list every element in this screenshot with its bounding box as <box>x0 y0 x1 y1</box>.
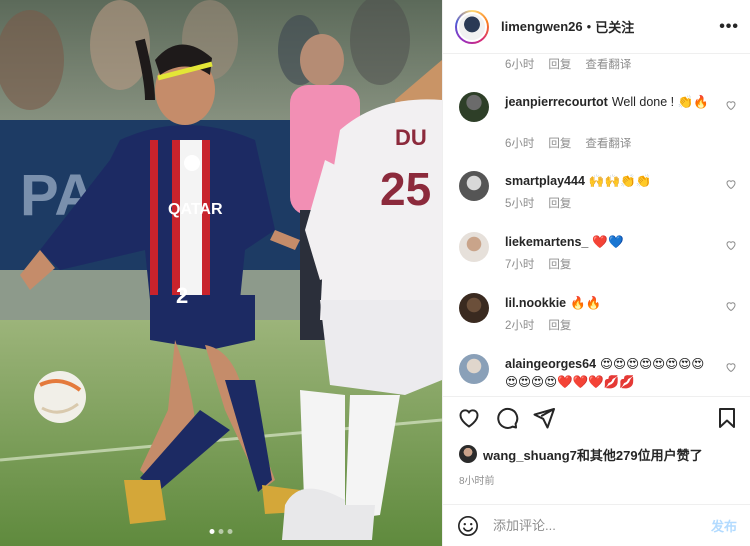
post-header: limengwen26 • 已关注 ••• <box>443 0 750 54</box>
translate-button[interactable]: 查看翻译 <box>585 56 631 72</box>
header-separator: • <box>586 19 592 34</box>
commenter-avatar[interactable] <box>459 354 489 384</box>
comment-meta: 2小时 回复 <box>505 317 571 333</box>
reply-button[interactable]: 回复 <box>548 135 571 151</box>
post-photo[interactable]: PARIS QATAR 2 <box>0 0 442 546</box>
carousel-dot[interactable] <box>209 529 215 534</box>
carousel-dot[interactable] <box>218 529 224 534</box>
commenter-username[interactable]: lil.nookkie <box>505 296 566 310</box>
post-action-bar <box>443 396 750 438</box>
comment-item: alaingeorges64 😍😍😍😍😍😍😍😍😍😍😍😍❤️❤️❤️💋💋 <box>443 354 750 396</box>
comment-meta: 7小时 回复 <box>505 256 571 272</box>
comment-item: liekemartens_ ❤️💙 7小时 回复 <box>443 232 750 276</box>
translate-button[interactable]: 查看翻译 <box>585 135 631 151</box>
commenter-avatar[interactable] <box>459 293 489 323</box>
comment-body: liekemartens_ ❤️💙 <box>505 233 715 251</box>
comment-icon[interactable] <box>495 406 519 430</box>
follow-status-button[interactable]: 已关注 <box>595 17 634 36</box>
post-timestamp: 8小时前 <box>459 476 495 487</box>
comment-item: jeanpierrecourtot Well done ! 👏🔥 6小时 回复 查… <box>443 92 750 154</box>
comment-body: alaingeorges64 😍😍😍😍😍😍😍😍😍😍😍😍❤️❤️❤️💋💋 <box>505 355 715 391</box>
comment-time: 2小时 <box>505 320 535 332</box>
commenter-username[interactable]: alaingeorges64 <box>505 357 596 371</box>
reply-button[interactable]: 回复 <box>548 195 571 211</box>
comment-time: 6小时 <box>505 138 535 150</box>
share-icon[interactable] <box>532 406 556 430</box>
svg-text:25: 25 <box>380 163 431 215</box>
comment-heart-icon[interactable] <box>725 361 737 373</box>
carousel-dot[interactable] <box>227 529 233 534</box>
comment-text: Well done ! 👏🔥 <box>611 95 709 109</box>
more-horizontal-icon[interactable]: ••• <box>719 18 739 36</box>
author-username[interactable]: limengwen26 <box>501 19 583 34</box>
comment-meta: 6小时 回复 查看翻译 <box>505 135 631 151</box>
carousel-dots <box>209 529 233 534</box>
post-side-panel: limengwen26 • 已关注 ••• 6小时 回复 查看翻译 6小时 回复… <box>442 0 750 546</box>
comment-heart-icon[interactable] <box>725 178 737 190</box>
comment-text: 🔥🔥 <box>570 296 602 310</box>
comment-time: 6小时 <box>505 59 535 71</box>
emoji-icon[interactable] <box>457 515 479 537</box>
comment-text: ❤️💙 <box>592 235 624 249</box>
comment-heart-icon[interactable] <box>725 239 737 251</box>
svg-text:QATAR: QATAR <box>168 201 223 218</box>
comment-time: 5小时 <box>505 198 535 210</box>
comment-time: 7小时 <box>505 259 535 271</box>
bookmark-icon[interactable] <box>715 406 739 430</box>
comments-list[interactable]: 6小时 回复 查看翻译 6小时 回复 查看翻译 jeanpierrecourto… <box>443 54 750 396</box>
likes-text[interactable]: wang_shuang7和其他279位用户赞了 <box>483 445 703 464</box>
commenter-username[interactable]: liekemartens_ <box>505 235 588 249</box>
commenter-avatar[interactable] <box>459 92 489 122</box>
comment-item: smartplay444 🙌🙌👏👏 5小时 回复 <box>443 171 750 215</box>
author-avatar[interactable] <box>455 9 489 44</box>
comment-body: jeanpierrecourtot Well done ! 👏🔥 <box>505 93 715 111</box>
svg-text:2: 2 <box>176 283 188 308</box>
reply-button[interactable]: 回复 <box>548 256 571 272</box>
svg-text:DU: DU <box>395 125 427 150</box>
commenter-avatar[interactable] <box>459 171 489 201</box>
comment-meta: 5小时 回复 <box>505 195 571 211</box>
likes-summary[interactable]: wang_shuang7和其他279位用户赞了 <box>459 444 703 464</box>
commenter-username[interactable]: smartplay444 <box>505 174 585 188</box>
add-comment-bar: 发布 <box>443 504 750 546</box>
liker-avatar[interactable] <box>459 445 477 463</box>
comment-input[interactable] <box>493 518 711 533</box>
post-comment-button[interactable]: 发布 <box>711 516 737 535</box>
commenter-avatar[interactable] <box>459 232 489 262</box>
comment-text: 🙌🙌👏👏 <box>588 174 652 188</box>
comment-body: smartplay444 🙌🙌👏👏 <box>505 172 715 190</box>
commenter-username[interactable]: jeanpierrecourtot <box>505 95 608 109</box>
comment-heart-icon[interactable] <box>725 300 737 312</box>
comment-heart-icon[interactable] <box>725 99 737 111</box>
comment-body: lil.nookkie 🔥🔥 <box>505 294 715 312</box>
football-scene-image: PARIS QATAR 2 <box>0 0 442 546</box>
comment-item: lil.nookkie 🔥🔥 2小时 回复 <box>443 293 750 337</box>
reply-button[interactable]: 回复 <box>548 56 571 72</box>
reply-button[interactable]: 回复 <box>548 317 571 333</box>
comment-meta: 6小时 回复 查看翻译 <box>505 56 631 72</box>
heart-icon[interactable] <box>457 406 481 430</box>
